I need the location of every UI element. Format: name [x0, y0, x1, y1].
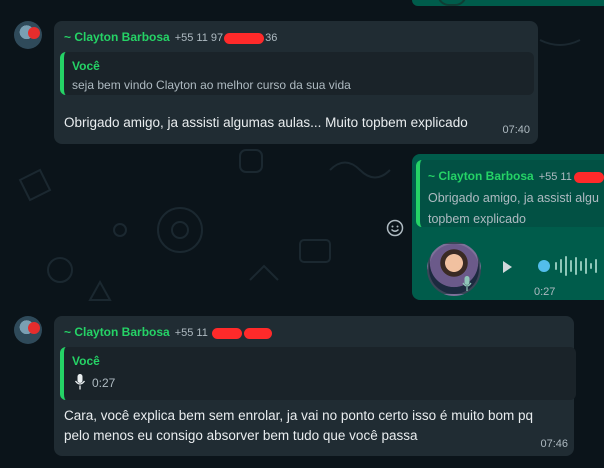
quoted-author: ~ Clayton Barbosa [428, 169, 534, 183]
quoted-message[interactable]: Você seja bem vindo Clayton ao melhor cu… [60, 52, 534, 95]
audio-duration: 0:27 [534, 286, 556, 298]
previous-audio-avatar-edge [437, 0, 467, 6]
phone-redaction [243, 327, 272, 339]
message-text-line1: Cara, você explica bem sem enrolar, ja v… [64, 408, 533, 423]
sender-phone: +55 11 [175, 327, 272, 339]
sender-avatar[interactable] [14, 21, 42, 49]
phone-redaction [573, 171, 604, 183]
incoming-message-bubble[interactable]: ~ Clayton Barbosa +55 11 Você 0:27 Cara,… [54, 316, 576, 456]
quoted-message[interactable]: ~ Clayton Barbosa +55 11 Obrigado amigo,… [416, 160, 604, 227]
sender-phone: +55 11 97 36 [174, 32, 278, 44]
quoted-message[interactable]: Você 0:27 [60, 347, 576, 400]
sender-header: ~ Clayton Barbosa +55 11 97 36 [64, 30, 277, 44]
play-icon[interactable] [500, 260, 514, 274]
audio-seek-knob[interactable] [538, 260, 550, 272]
outgoing-message-bubble[interactable]: ~ Clayton Barbosa +55 11 Obrigado amigo,… [412, 154, 604, 300]
quoted-text-line2: topbem explicado [428, 212, 526, 226]
audio-waveform[interactable] [538, 254, 597, 278]
message-time: 07:46 [540, 438, 568, 450]
sender-name[interactable]: ~ Clayton Barbosa [64, 325, 170, 339]
sender-avatar[interactable] [14, 316, 42, 344]
incoming-message-bubble[interactable]: ~ Clayton Barbosa +55 11 97 36 Você seja … [54, 21, 538, 144]
audio-sender-avatar [427, 242, 481, 296]
quoted-audio-duration: 0:27 [92, 376, 116, 390]
mic-icon [462, 276, 472, 291]
quoted-text: seja bem vindo Clayton ao melhor curso d… [72, 78, 351, 92]
sender-header: ~ Clayton Barbosa +55 11 [64, 325, 272, 339]
emoji-icon[interactable] [386, 219, 404, 237]
message-text: Obrigado amigo, ja assisti algumas aulas… [64, 115, 468, 130]
previous-outgoing-bubble [412, 0, 604, 6]
message-time: 07:40 [502, 124, 530, 136]
quoted-author: Você [72, 354, 100, 368]
quoted-author: Você [72, 59, 100, 73]
quoted-text-line1: Obrigado amigo, ja assisti algu [428, 191, 599, 205]
message-text-line2: pelo menos eu consigo absorver bem tudo … [64, 428, 418, 443]
mic-icon [74, 374, 86, 390]
phone-redaction [211, 327, 242, 339]
sender-phone: +55 11 [539, 171, 604, 183]
phone-redaction [224, 32, 265, 44]
quoted-header: ~ Clayton Barbosa +55 11 [428, 169, 604, 183]
sender-name[interactable]: ~ Clayton Barbosa [64, 30, 170, 44]
